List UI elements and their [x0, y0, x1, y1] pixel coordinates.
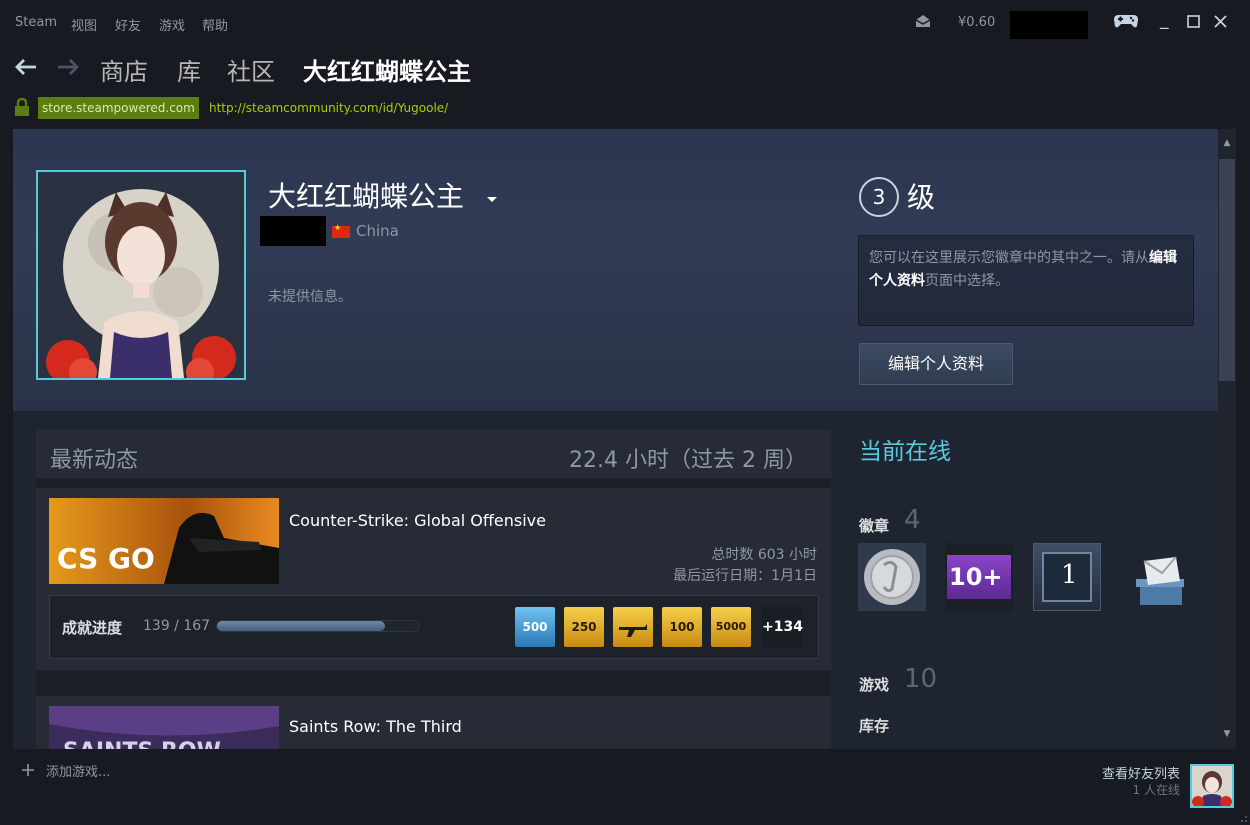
more-achievements-button[interactable]: +134 — [762, 607, 803, 647]
csgo-capsule-image: CS GO — [49, 498, 279, 584]
add-game-button[interactable]: 添加游戏... — [46, 761, 110, 780]
back-arrow-icon[interactable] — [14, 58, 38, 76]
games-count[interactable]: 10 — [904, 664, 937, 694]
game-name-saints-row[interactable]: Saints Row: The Third — [289, 717, 462, 736]
achievement-icon-2-text: 250 — [571, 620, 597, 634]
achievement-progress-bar: 成就进度 139 / 167 500 250 100 5000 +134 — [49, 595, 819, 659]
profile-header: 大红红蝴蝶公主 China 未提供信息。 3 级 您可以在这里展示您徽章中的其中… — [13, 129, 1218, 411]
game-last-played: 最后运行日期：1月1日 — [673, 568, 817, 584]
profile-summary: 未提供信息。 — [268, 289, 352, 305]
minimize-icon[interactable]: _ — [1160, 10, 1169, 30]
avatar-image — [38, 172, 244, 378]
scrollbar-thumb[interactable] — [1219, 159, 1235, 381]
achievement-icon-3[interactable] — [613, 607, 653, 647]
menu-view[interactable]: 视图 — [71, 15, 97, 34]
game-name-csgo[interactable]: Counter-Strike: Global Offensive — [289, 511, 546, 530]
recent-activity-hours: 22.4 小时（过去 2 周） — [569, 448, 807, 473]
edit-profile-button[interactable]: 编辑个人资料 — [859, 343, 1013, 385]
lock-icon — [15, 98, 29, 116]
games-label[interactable]: 游戏 — [859, 674, 889, 695]
level-badge[interactable]: 3 — [859, 177, 899, 217]
achievement-progress-track — [216, 620, 420, 632]
achievement-icon-2[interactable]: 250 — [564, 607, 604, 647]
inventory-label[interactable]: 库存 — [859, 715, 889, 736]
years-badge-text: 10+ — [949, 563, 1003, 591]
level-one-badge[interactable]: 1 — [1033, 543, 1101, 611]
achievement-icon-4[interactable]: 100 — [662, 607, 702, 647]
tab-library[interactable]: 库 — [177, 52, 201, 87]
mail-badge-icon[interactable] — [1126, 547, 1194, 615]
years-badge[interactable]: 10+ — [945, 543, 1013, 611]
scroll-down-icon[interactable]: ▼ — [1219, 724, 1235, 744]
tab-store[interactable]: 商店 — [100, 52, 148, 87]
recent-activity-header: 最新动态 22.4 小时（过去 2 周） — [36, 430, 831, 478]
bottom-bar — [0, 749, 1250, 825]
badges-label[interactable]: 徽章 — [859, 515, 889, 536]
view-friends-list[interactable]: 查看好友列表 — [1102, 763, 1180, 782]
saints-row-capsule-image: SAINTS ROW — [49, 706, 279, 749]
persona-name: 大红红蝴蝶公主 — [268, 180, 465, 213]
tab-community[interactable]: 社区 — [227, 52, 275, 87]
redacted-realname — [260, 216, 326, 246]
close-icon[interactable] — [1214, 15, 1227, 28]
coin-badge-icon[interactable] — [858, 543, 926, 611]
level-label: 级 — [907, 181, 936, 214]
wallet-balance[interactable]: ¥0.60 — [958, 15, 995, 30]
recent-activity-title: 最新动态 — [50, 448, 139, 473]
menu-steam[interactable]: Steam — [15, 15, 57, 30]
level-one-badge-text: 1 — [1061, 560, 1078, 590]
showcase-text-1: 您可以在这里展示您徽章中的其中之一。请从 — [869, 250, 1149, 266]
achievement-icon-1[interactable]: 500 — [515, 607, 555, 647]
achievement-icon-1-text: 500 — [522, 620, 548, 634]
achievement-progress-fill — [217, 621, 386, 631]
big-picture-icon[interactable] — [1113, 13, 1139, 29]
badges-count[interactable]: 4 — [904, 505, 921, 535]
resize-grip-icon[interactable] — [1236, 811, 1248, 823]
menu-friends[interactable]: 好友 — [115, 15, 141, 34]
secure-domain-badge: store.steampowered.com — [38, 97, 199, 119]
china-flag-icon — [332, 223, 350, 238]
saints-row-logo-text: SAINTS ROW — [63, 739, 221, 749]
game-capsule-csgo[interactable]: CS GO — [49, 498, 279, 584]
menu-help[interactable]: 帮助 — [202, 15, 228, 34]
achievement-icon-5[interactable]: 5000 — [711, 607, 751, 647]
scroll-up-icon[interactable]: ▲ — [1219, 133, 1235, 153]
achievement-label: 成就进度 — [62, 619, 123, 637]
game-total-hours: 总时数 603 小时 — [711, 547, 817, 563]
forward-arrow-icon[interactable] — [56, 58, 80, 76]
achievement-icon-5-text: 5000 — [715, 620, 747, 633]
friends-online-count: 1 人在线 — [1132, 783, 1180, 797]
browser-content: 大红红蝴蝶公主 China 未提供信息。 3 级 您可以在这里展示您徽章中的其中… — [13, 129, 1218, 749]
tab-profile[interactable]: 大红红蝴蝶公主 — [303, 52, 471, 87]
profile-country: China — [356, 222, 399, 240]
csgo-logo-text: CS GO — [57, 542, 155, 575]
online-status: 当前在线 — [859, 439, 951, 465]
profile-avatar[interactable] — [36, 170, 246, 380]
showcase-text-2: 页面中选择。 — [925, 273, 1009, 289]
maximize-icon[interactable] — [1187, 15, 1200, 28]
friends-avatar[interactable] — [1190, 764, 1234, 808]
game-capsule-saints-row[interactable]: SAINTS ROW — [49, 706, 279, 749]
friends-avatar-image — [1192, 766, 1232, 806]
persona-dropdown-icon[interactable] — [487, 197, 497, 202]
rifle-icon — [619, 624, 647, 637]
game-card-saints-row: SAINTS ROW Saints Row: The Third — [36, 696, 831, 749]
redacted-username — [1010, 11, 1088, 39]
achievement-count: 139 / 167 — [143, 618, 211, 634]
game-card-csgo: CS GO Counter-Strike: Global Offensive 总… — [36, 488, 831, 670]
achievement-icon-4-text: 100 — [669, 620, 695, 634]
notification-icon[interactable] — [915, 14, 931, 28]
page-url[interactable]: http://steamcommunity.com/id/Yugoole/ — [209, 101, 448, 115]
plus-icon[interactable] — [22, 764, 34, 776]
badge-showcase-hint: 您可以在这里展示您徽章中的其中之一。请从编辑个人资料页面中选择。 — [858, 235, 1194, 326]
menu-games[interactable]: 游戏 — [159, 15, 185, 34]
